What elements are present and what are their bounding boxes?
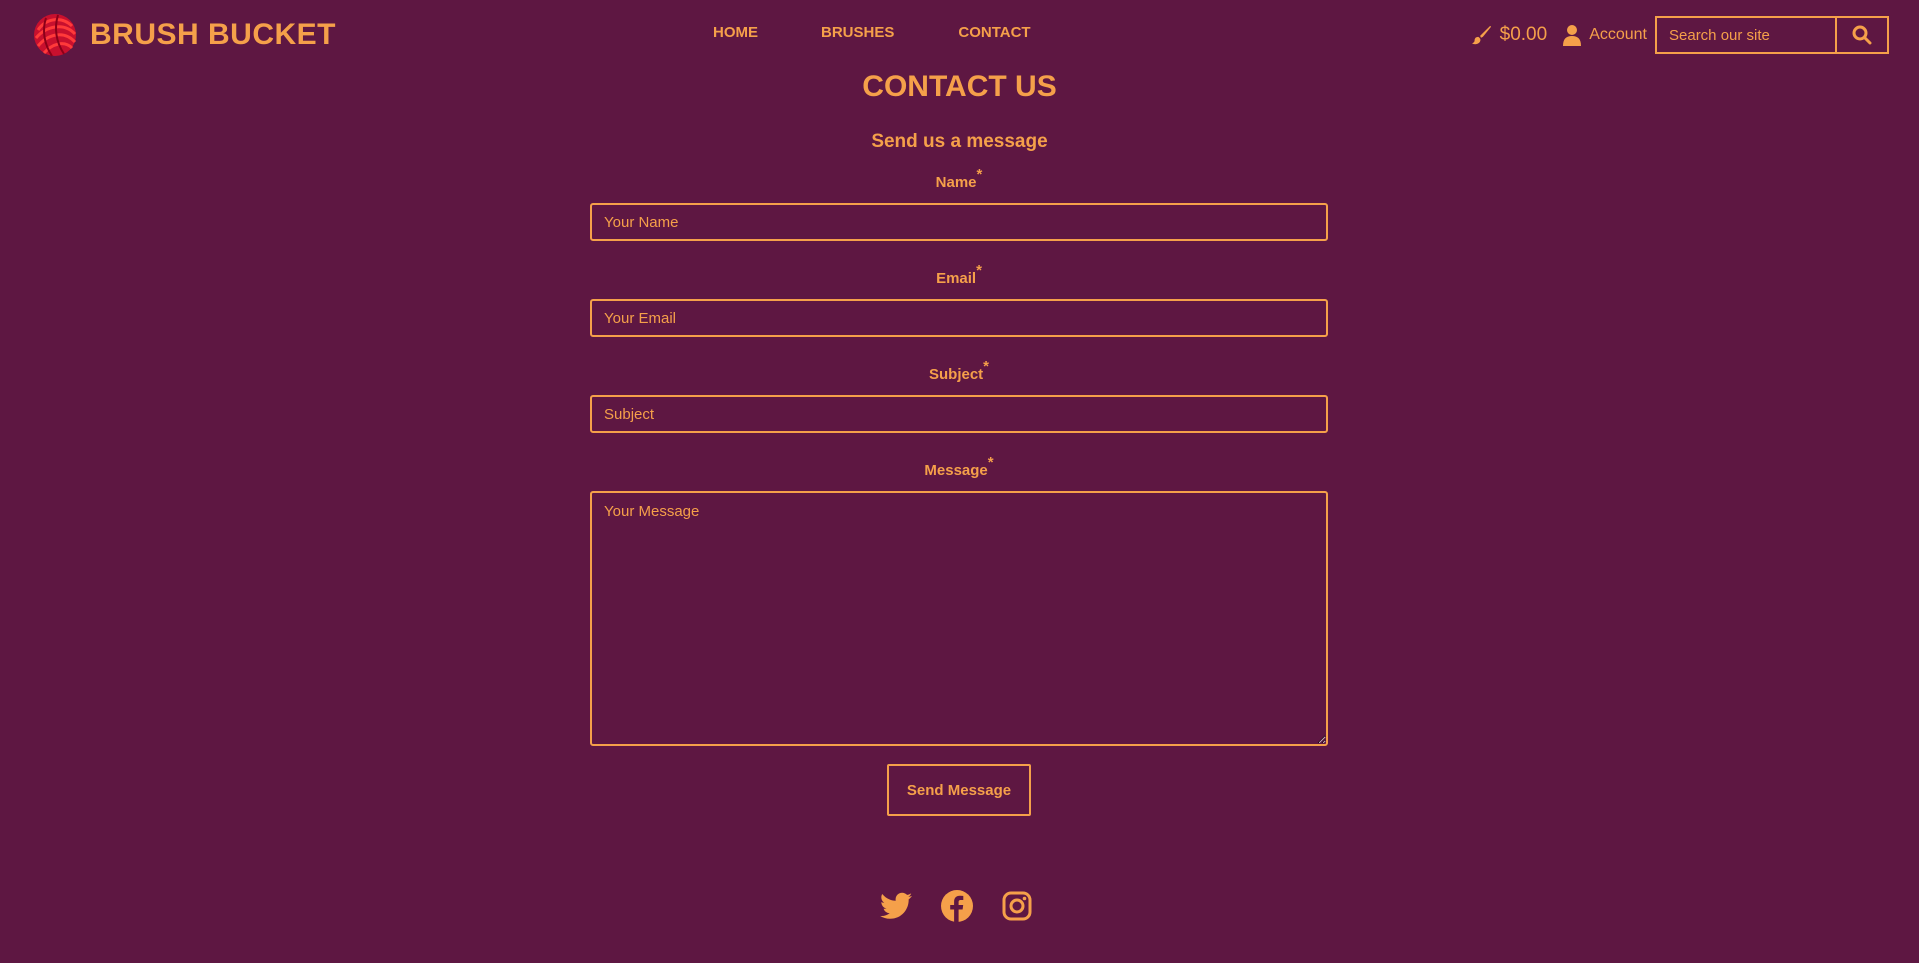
account-link[interactable]: Account: [1563, 24, 1647, 46]
site-search: [1655, 16, 1889, 54]
required-mark: *: [983, 358, 990, 375]
top-navbar: BRUSH BUCKET HOME BRUSHES CONTACT $0.00 …: [0, 0, 1919, 68]
contact-form: Name* Email* Subject* Message* Send Mess…: [590, 166, 1328, 816]
nav-home[interactable]: HOME: [713, 24, 758, 41]
account-label: Account: [1589, 26, 1647, 43]
paintbrush-icon: [1471, 25, 1491, 45]
nav-brushes[interactable]: BRUSHES: [821, 24, 894, 41]
cart-link[interactable]: $0.00: [1470, 24, 1548, 46]
required-mark: *: [976, 166, 983, 183]
required-mark: *: [976, 262, 982, 279]
email-label: Email*: [590, 262, 1328, 287]
email-label-text: Email: [936, 270, 977, 287]
twitter-link[interactable]: [880, 892, 912, 925]
email-field[interactable]: [590, 299, 1328, 337]
twitter-icon: [880, 892, 912, 919]
brand-logo-link[interactable]: BRUSH BUCKET: [32, 12, 336, 58]
message-label: Message*: [590, 454, 1328, 479]
brand-name: BRUSH BUCKET: [90, 18, 336, 51]
page-title: CONTACT US: [862, 70, 1057, 103]
header-actions: $0.00 Account: [1470, 16, 1889, 54]
name-label: Name*: [590, 166, 1328, 191]
message-field[interactable]: [590, 491, 1328, 746]
paint-ball-logo-icon: [34, 14, 77, 57]
user-icon: [1563, 25, 1582, 46]
nav-contact[interactable]: CONTACT: [958, 24, 1030, 41]
facebook-icon: [941, 890, 973, 922]
search-icon: [1852, 25, 1872, 45]
send-message-button[interactable]: Send Message: [887, 764, 1031, 816]
social-links: [880, 890, 1032, 927]
page-subtitle: Send us a message: [871, 131, 1048, 152]
subject-label: Subject*: [590, 358, 1328, 383]
search-button[interactable]: [1837, 16, 1889, 54]
instagram-icon: [1002, 891, 1032, 921]
required-mark: *: [987, 454, 994, 471]
facebook-link[interactable]: [941, 890, 973, 927]
name-label-text: Name: [935, 174, 977, 191]
name-field[interactable]: [590, 203, 1328, 241]
cart-total: $0.00: [1499, 24, 1548, 45]
message-label-text: Message: [924, 462, 988, 479]
search-input[interactable]: [1655, 16, 1837, 54]
main-menu: HOME BRUSHES CONTACT: [713, 24, 1031, 41]
subject-field[interactable]: [590, 395, 1328, 433]
instagram-link[interactable]: [1002, 891, 1032, 926]
subject-label-text: Subject: [928, 366, 984, 383]
